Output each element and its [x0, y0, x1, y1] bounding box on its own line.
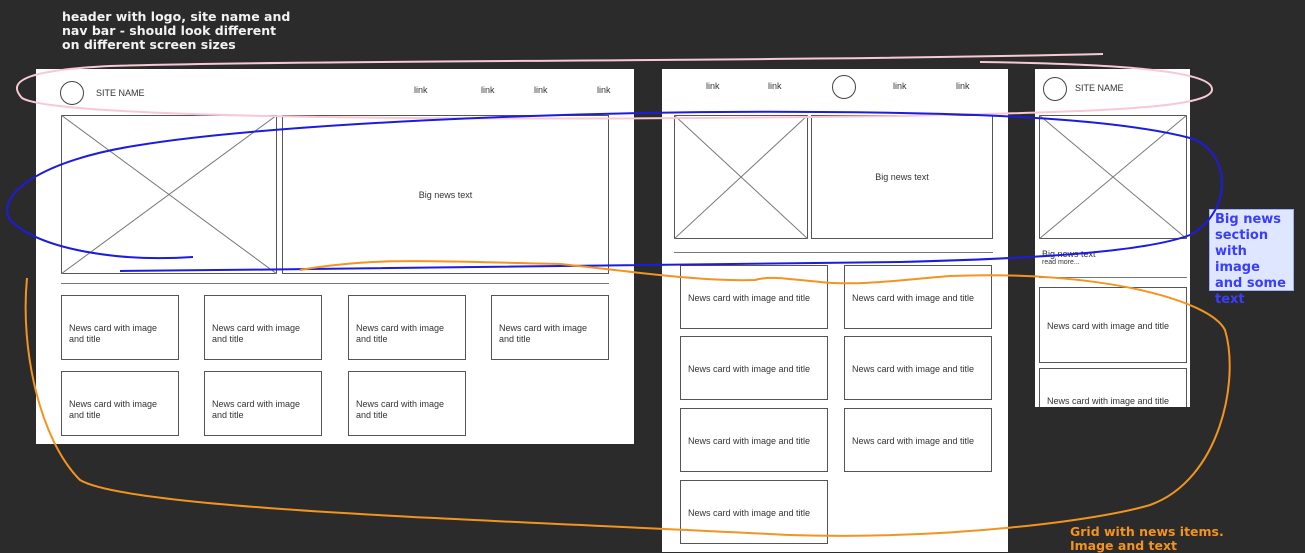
big-news-annotation-loop	[6, 110, 1223, 272]
header-annotation-loop	[16, 53, 1214, 120]
grid-annotation-loop	[24, 260, 1231, 537]
annotation-overlay	[6, 53, 1231, 537]
